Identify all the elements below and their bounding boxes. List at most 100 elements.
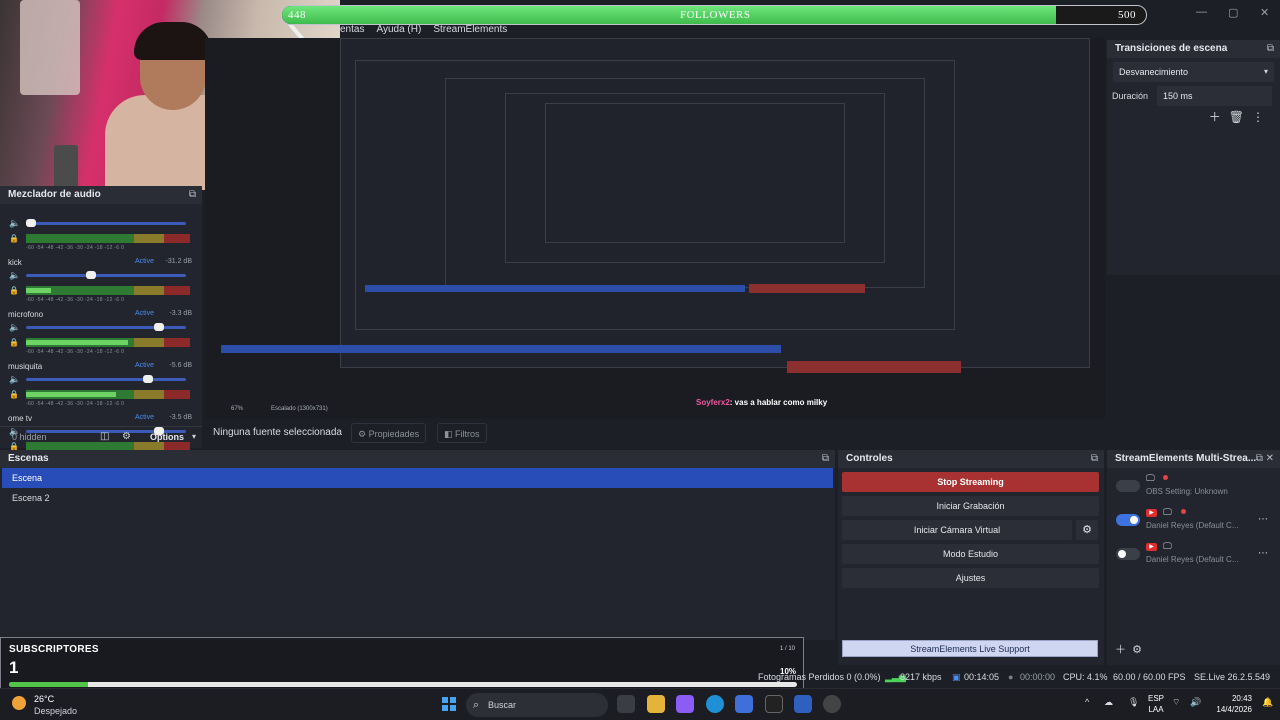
file-explorer-icon[interactable] [647, 695, 665, 713]
maximize-icon[interactable]: ▢ [1228, 6, 1238, 19]
level-meter-fill [26, 340, 128, 345]
speaker-icon[interactable]: 🔈 [9, 270, 20, 281]
multistream-row: ▶ 🖵 Daniel Reyes (Default C... ⋯ [1107, 538, 1280, 570]
settings-button[interactable]: Ajustes [842, 568, 1099, 588]
studio-mode-button[interactable]: Modo Estudio [842, 544, 1099, 564]
channel-db: -3.3 dB [169, 310, 192, 317]
virtual-camera-button[interactable]: Iniciar Cámara Virtual [842, 520, 1072, 540]
lock-icon[interactable]: 🔒 [9, 390, 19, 399]
lock-icon[interactable]: 🔒 [9, 286, 19, 295]
start-recording-button[interactable]: Iniciar Grabación [842, 496, 1099, 516]
subscribers-title: SUBSCRIPTORES [9, 644, 99, 655]
undock-icon[interactable]: ⧉ [1267, 40, 1274, 58]
obs-icon[interactable] [823, 695, 841, 713]
preview-scale[interactable]: Escalado (1300x731) [271, 406, 328, 412]
edge-icon[interactable] [706, 695, 724, 713]
volume-slider[interactable] [26, 271, 186, 279]
close-icon[interactable]: ⧉ ✕ [1256, 450, 1274, 468]
stop-streaming-button[interactable]: Stop Streaming [842, 472, 1099, 492]
multistream-row: 🖵 OBS Setting: Unknown [1107, 470, 1280, 502]
volume-knob[interactable] [86, 271, 96, 279]
scene-transitions-dock: Transiciones de escena ⧉ Desvanecimiento… [1107, 40, 1280, 275]
virtual-camera-settings-icon[interactable]: ⚙ [1076, 520, 1098, 540]
undock-icon[interactable]: ⧉ [189, 186, 196, 204]
store-icon[interactable] [735, 695, 753, 713]
layout-icon[interactable]: ◫ [100, 431, 109, 442]
copilot-icon[interactable] [676, 695, 694, 713]
security-icon[interactable] [794, 695, 812, 713]
wifi-icon[interactable]: ⌔ [1172, 697, 1180, 708]
volume-icon[interactable]: 🔊 [1190, 697, 1201, 708]
windows-start-icon[interactable] [442, 697, 456, 711]
channel-db: -5.6 dB [169, 362, 192, 369]
volume-slider[interactable] [26, 323, 186, 331]
clock[interactable]: 20:43 14/4/2026 [1212, 693, 1252, 715]
minimize-icon[interactable]: — [1196, 6, 1207, 18]
notification-bell-icon[interactable]: 🔔 [1262, 697, 1273, 708]
speaker-icon[interactable]: 🔈 [9, 218, 20, 229]
toggle-switch[interactable] [1116, 480, 1140, 492]
channel-status: Active [134, 310, 154, 317]
volume-knob[interactable] [153, 323, 164, 331]
level-meter-fill [26, 392, 117, 397]
properties-button[interactable]: ⚙ Propiedades [351, 423, 427, 443]
filters-button[interactable]: ◧ Filtros [437, 423, 487, 443]
monitor-icon: 🖵 [1163, 507, 1172, 517]
gear-icon[interactable]: ⚙ [1132, 644, 1142, 656]
transition-select-value: Desvanecimiento [1119, 67, 1189, 77]
live-dot-icon [1163, 475, 1168, 480]
channel-db: -31.2 dB [165, 258, 192, 265]
speaker-icon[interactable]: 🔈 [9, 374, 20, 385]
mixer-footer: 0 hidden ◫ ⚙ Options ▾ [0, 426, 202, 448]
volume-knob[interactable] [143, 375, 153, 383]
lock-icon[interactable]: 🔒 [9, 338, 19, 347]
trash-icon[interactable]: 🗑 [1229, 110, 1252, 124]
cloud-icon[interactable]: ☁ [1104, 697, 1113, 708]
youtube-icon: ▶ [1146, 509, 1157, 517]
chat-overlay: Soyferx2: vas a hablar como milky [696, 398, 827, 407]
channel-name: ome tv [8, 414, 33, 423]
menu-item-help[interactable]: Ayuda (H) [376, 24, 421, 38]
menu-item-streamelements[interactable]: StreamElements [433, 24, 507, 38]
add-icon[interactable]: ＋ [1115, 644, 1126, 656]
toggle-switch[interactable] [1116, 548, 1140, 560]
lock-icon[interactable]: 🔒 [9, 234, 19, 243]
channel-name: musiquita [8, 362, 43, 371]
menu-item-tools[interactable]: entas [340, 24, 364, 38]
volume-slider[interactable] [26, 375, 186, 383]
level-meter [26, 286, 190, 295]
speaker-icon[interactable]: 🔈 [9, 322, 20, 333]
add-icon[interactable]: ＋ [1209, 110, 1229, 124]
mic-icon[interactable]: 🎙 [1128, 697, 1139, 708]
game-app-icon[interactable] [765, 695, 783, 713]
preview-zoom[interactable]: 67% [231, 406, 243, 412]
more-horizontal-icon[interactable]: ⋯ [1258, 514, 1268, 525]
options-button[interactable]: Options [150, 432, 184, 442]
level-meter-fill [26, 288, 51, 293]
scene-item[interactable]: Escena [2, 468, 833, 488]
gear-icon[interactable]: ⚙ [122, 431, 131, 442]
task-view-icon[interactable] [617, 695, 635, 713]
tray-chevron-icon[interactable]: ^ [1085, 697, 1089, 707]
duration-input[interactable]: 150 ms [1157, 86, 1272, 106]
transition-select[interactable]: Desvanecimiento ▾ [1113, 62, 1274, 82]
program-preview[interactable]: Soyferx2: vas a hablar como milky 67% Es… [205, 38, 1105, 418]
meter-scale: -60 -54 -48 -42 -36 -30 -24 -18 -12 -6 0 [26, 297, 125, 303]
language-indicator[interactable]: ESP LAA [1148, 693, 1164, 715]
mixer-channel: musiquita Active -5.6 dB 🔈 🔒 -60 -54 -48 -42 … [0, 360, 202, 412]
streamelements-support-button[interactable]: StreamElements Live Support [842, 640, 1098, 657]
clock-date: 14/4/2026 [1216, 705, 1252, 714]
taskbar-search[interactable]: ⌕ Buscar [466, 693, 608, 717]
scene-item[interactable]: Escena 2 [2, 488, 833, 508]
more-horizontal-icon[interactable]: ⋯ [1258, 548, 1268, 559]
volume-slider[interactable] [26, 219, 186, 227]
options-chevron-icon[interactable]: ▾ [192, 432, 196, 441]
no-source-label: Ninguna fuente seleccionada [213, 427, 342, 438]
close-window-icon[interactable]: ✕ [1260, 6, 1269, 19]
undock-icon[interactable]: ⧉ [822, 450, 829, 468]
undock-icon[interactable]: ⧉ [1091, 450, 1098, 468]
more-vertical-icon[interactable]: ⋮ [1252, 110, 1272, 124]
subscribers-count: 1 [9, 658, 19, 677]
toggle-switch[interactable] [1116, 514, 1140, 526]
volume-knob[interactable] [26, 219, 36, 227]
